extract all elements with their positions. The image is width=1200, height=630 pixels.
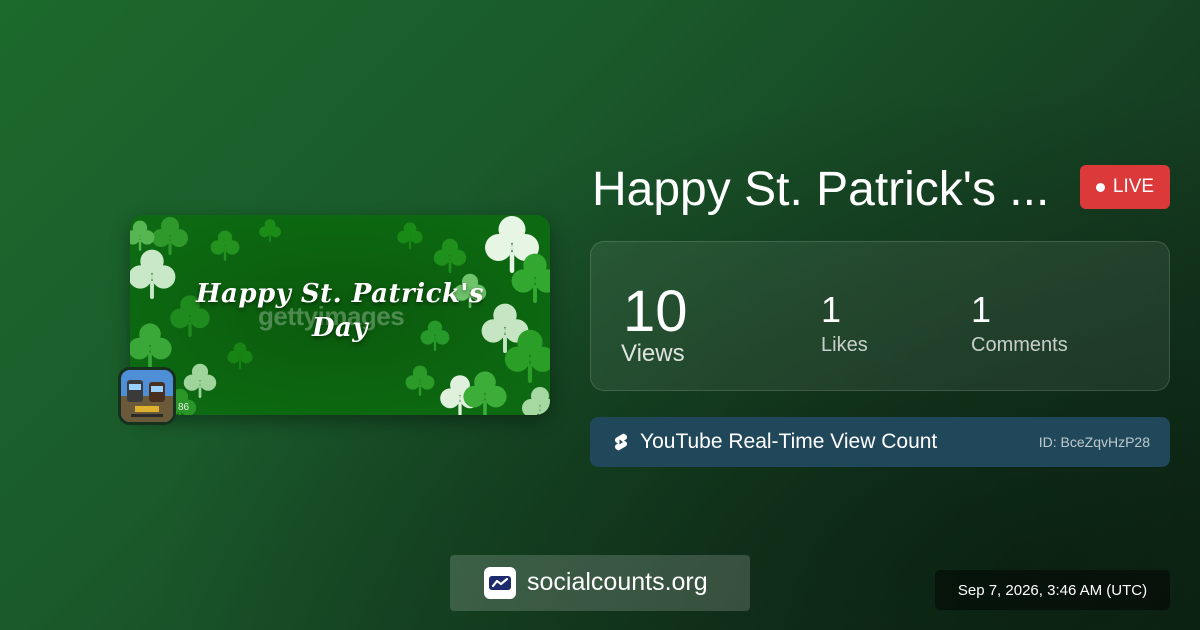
site-badge[interactable]: socialcounts.org [450, 555, 750, 611]
train-icon [121, 370, 173, 422]
live-badge: LIVE [1080, 165, 1170, 209]
youtube-shorts-icon [615, 433, 627, 451]
live-dot-icon [1095, 182, 1105, 192]
timestamp: Sep 7, 2026, 3:46 AM (UTC) [935, 570, 1170, 610]
live-label: LIVE [1112, 176, 1155, 197]
likes-label: Likes [821, 334, 868, 356]
source-bar[interactable]: YouTube Real-Time View Count ID: BceZqvH… [590, 417, 1170, 467]
comments-label: Comments [971, 334, 1068, 356]
comments-count: 1 [971, 289, 992, 330]
socialcounts-logo-icon [484, 567, 516, 599]
site-label: socialcounts.org [527, 568, 708, 596]
video-title: Happy St. Patrick's ... [592, 163, 1050, 216]
channel-avatar[interactable] [118, 367, 176, 425]
views-count: 10 [623, 279, 688, 344]
stats-card: 10 Views 1 Likes 1 Comments [590, 241, 1170, 391]
avatar-caption: 86 [178, 402, 190, 413]
views-label: Views [621, 340, 685, 367]
thumbnail-title-text: Happy St. Patrick's Day [195, 279, 485, 343]
video-thumbnail[interactable]: gettyimages Happy St. Patrick's Day [130, 215, 550, 415]
video-id: ID: BceZqvHzP28 [1038, 434, 1150, 450]
likes-count: 1 [821, 289, 842, 330]
source-label: YouTube Real-Time View Count [640, 430, 938, 453]
